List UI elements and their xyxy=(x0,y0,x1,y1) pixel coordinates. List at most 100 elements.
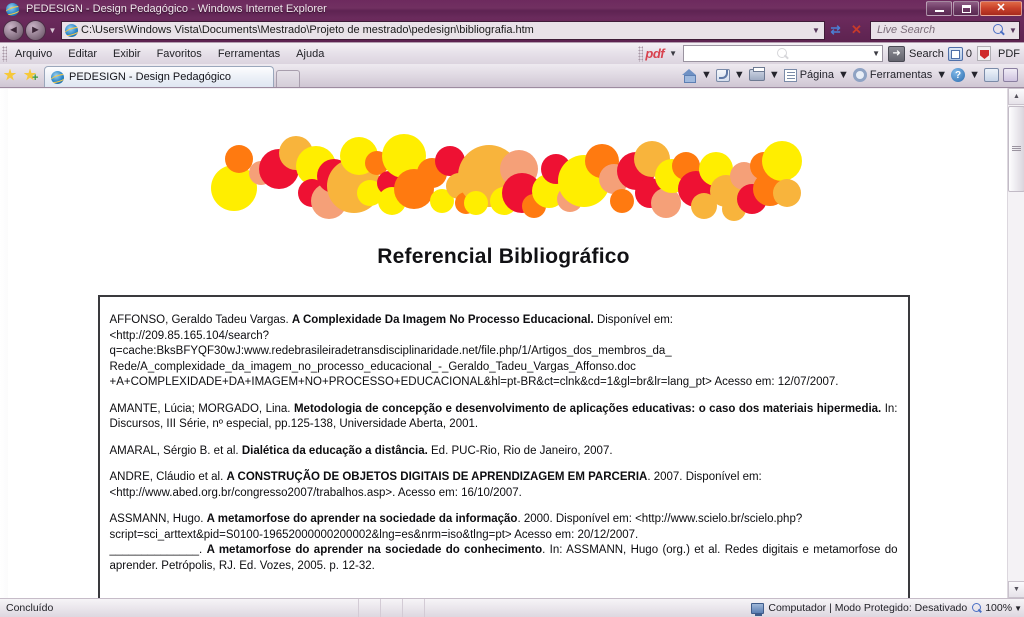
tools-chevron[interactable]: ▼ xyxy=(934,69,949,81)
ie-app-icon xyxy=(4,2,20,16)
zoom-control[interactable]: 100% ▼ xyxy=(971,602,1024,614)
pdf-search-chevron-icon[interactable]: ▼ xyxy=(872,46,880,61)
messenger-button[interactable] xyxy=(1001,68,1020,82)
live-search-input[interactable]: Live Search ▼ xyxy=(870,20,1020,40)
refresh-button[interactable]: ⇄ xyxy=(825,20,846,41)
entry-text: . 2000. Disponível em: <http://www.sciel… xyxy=(517,513,803,525)
scroll-up-button[interactable]: ▲ xyxy=(1008,88,1024,105)
tab-bar: + PEDESIGN - Design Pedagógico ▼ ▼ ▼ Pág… xyxy=(0,64,1024,88)
pdf-search-input[interactable]: ▼ xyxy=(683,45,884,62)
bibliography-line: q=cache:BksBFYQF30wJ:www.redebrasileirad… xyxy=(110,344,898,360)
close-button[interactable]: ✕ xyxy=(980,1,1022,16)
vertical-scrollbar[interactable]: ▲ ▼ xyxy=(1007,88,1024,598)
web-page: Referencial Bibliográfico AFFONSO, Geral… xyxy=(0,89,1007,598)
minimize-button[interactable] xyxy=(926,1,952,16)
print-chevron[interactable]: ▼ xyxy=(767,69,782,81)
zoom-chevron-icon[interactable]: ▼ xyxy=(1014,604,1022,613)
security-zone[interactable]: Computador | Modo Protegido: Desativado xyxy=(751,602,971,616)
scroll-down-button[interactable]: ▼ xyxy=(1008,581,1024,598)
history-dropdown-icon[interactable]: ▼ xyxy=(46,20,59,40)
pdf-search-go-button[interactable]: ➜ xyxy=(888,45,906,62)
entry-title: A Complexidade Da Imagem No Processo Edu… xyxy=(291,314,594,326)
messenger-icon xyxy=(1003,68,1018,82)
stop-button[interactable]: ✕ xyxy=(846,20,867,41)
pdf-brand-label[interactable]: pdf xyxy=(643,46,666,61)
help-button[interactable]: ? xyxy=(949,68,967,82)
window-title: PEDESIGN - Design Pedagógico - Windows I… xyxy=(26,3,327,15)
address-bar: ◄ ► ▼ C:\Users\Windows Vista\Documents\M… xyxy=(0,18,1024,42)
banner-circle xyxy=(463,191,488,215)
tools-menu-button[interactable]: Ferramentas xyxy=(851,68,934,82)
add-to-favorites-button[interactable]: + xyxy=(20,66,40,84)
research-icon xyxy=(984,68,999,82)
menu-item-editar[interactable]: Editar xyxy=(60,46,105,62)
new-tab-button[interactable] xyxy=(276,70,300,87)
entry-text: AFFONSO, Geraldo Tadeu Vargas. xyxy=(109,314,292,326)
forward-button[interactable]: ► xyxy=(25,19,46,41)
bibliography-line: ANDRE, Cláudio et al. A CONSTRUÇÃO DE OB… xyxy=(110,470,898,486)
page-menu-button[interactable]: Página xyxy=(782,68,836,82)
entry-text: q=cache:BksBFYQF30wJ:www.redebrasileirad… xyxy=(109,345,672,357)
page-favicon-icon xyxy=(65,23,78,37)
printer-icon xyxy=(748,67,765,81)
pdf-convert-label[interactable]: PDF xyxy=(994,48,1024,60)
home-button[interactable] xyxy=(679,68,699,83)
window-controls: ✕ xyxy=(926,1,1022,16)
plus-icon: + xyxy=(32,72,39,84)
entry-text: Disponível em: xyxy=(593,314,674,326)
bibliography-entry: ANDRE, Cláudio et al. A CONSTRUÇÃO DE OB… xyxy=(110,470,898,501)
bibliography-line: AMARAL, Sérgio B. et al. Dialética da ed… xyxy=(110,444,898,460)
pdf-results-icon xyxy=(947,46,963,61)
pdf-brand-chevron-icon[interactable]: ▼ xyxy=(666,49,680,58)
search-icon[interactable] xyxy=(991,22,1007,38)
banner-svg xyxy=(210,134,802,221)
pdf-search-label[interactable]: Search xyxy=(905,48,948,60)
window-title-bar: PEDESIGN - Design Pedagógico - Windows I… xyxy=(0,0,1024,18)
pdf-toolbar: pdf ▼ ▼ ➜ Search 0 PDF xyxy=(636,43,1024,65)
research-button[interactable] xyxy=(982,68,1001,82)
entry-title: A CONSTRUÇÃO DE OBJETOS DIGITAIS DE APRE… xyxy=(226,471,648,483)
entry-title: Metodologia de concepção e desenvolvimen… xyxy=(293,402,882,415)
maximize-restore-button[interactable] xyxy=(953,1,979,16)
favorites-center-button[interactable] xyxy=(0,66,20,84)
entry-text: ASSMANN, Hugo. xyxy=(109,513,207,525)
banner-circle xyxy=(609,189,634,213)
entry-text: <http://www.abed.org.br/congresso2007/tr… xyxy=(109,486,522,499)
page-left-margin xyxy=(0,89,8,598)
menu-item-ajuda[interactable]: Ajuda xyxy=(288,46,332,62)
page-chevron[interactable]: ▼ xyxy=(836,69,851,81)
help-chevron[interactable]: ▼ xyxy=(967,69,982,81)
tab-label: PEDESIGN - Design Pedagógico xyxy=(69,71,232,83)
banner-circle xyxy=(224,145,253,173)
menu-item-ferramentas[interactable]: Ferramentas xyxy=(210,46,288,62)
entry-text: <http://209.85.165.104/search? xyxy=(109,329,270,342)
feeds-button[interactable] xyxy=(714,68,732,82)
entry-text: +A+COMPLEXIDADE+DA+IMAGEM+NO+PROCESSO+ED… xyxy=(109,376,839,388)
search-provider-chevron-icon[interactable]: ▼ xyxy=(1007,26,1019,35)
entry-text: ______________. xyxy=(109,544,207,556)
bibliography-line: AFFONSO, Geraldo Tadeu Vargas. A Complex… xyxy=(110,313,898,329)
chevron-down-icon[interactable]: ▼ xyxy=(808,26,824,35)
tools-menu-label: Ferramentas xyxy=(869,69,933,81)
url-input[interactable]: C:\Users\Windows Vista\Documents\Mestrad… xyxy=(61,20,825,40)
banner-circle xyxy=(650,188,681,218)
feeds-chevron[interactable]: ▼ xyxy=(732,69,747,81)
entry-text: Rede/A_complexidade_da_imagem_no_process… xyxy=(109,360,636,373)
menu-item-favoritos[interactable]: Favoritos xyxy=(149,46,210,62)
scrollbar-thumb[interactable] xyxy=(1008,106,1024,192)
home-chevron[interactable]: ▼ xyxy=(699,69,714,81)
menu-item-exibir[interactable]: Exibir xyxy=(105,46,149,62)
entry-text: Ed. PUC-Rio, Rio de Janeiro, 2007. xyxy=(427,444,613,457)
scrollbar-grip xyxy=(1012,146,1021,152)
entry-text: script=sci_arttext&pid=S0100-19652000000… xyxy=(109,528,639,541)
status-message: Concluído xyxy=(6,602,54,614)
pdf-convert-icon[interactable] xyxy=(977,46,991,61)
tab-pedesign[interactable]: PEDESIGN - Design Pedagógico xyxy=(44,66,274,87)
gear-icon xyxy=(852,68,867,82)
back-button[interactable]: ◄ xyxy=(3,19,24,41)
bibliography-line: Rede/A_complexidade_da_imagem_no_process… xyxy=(110,360,898,376)
menu-item-arquivo[interactable]: Arquivo xyxy=(7,46,60,62)
live-search-placeholder: Live Search xyxy=(877,24,936,36)
home-icon xyxy=(681,68,697,83)
print-button[interactable] xyxy=(747,67,767,81)
